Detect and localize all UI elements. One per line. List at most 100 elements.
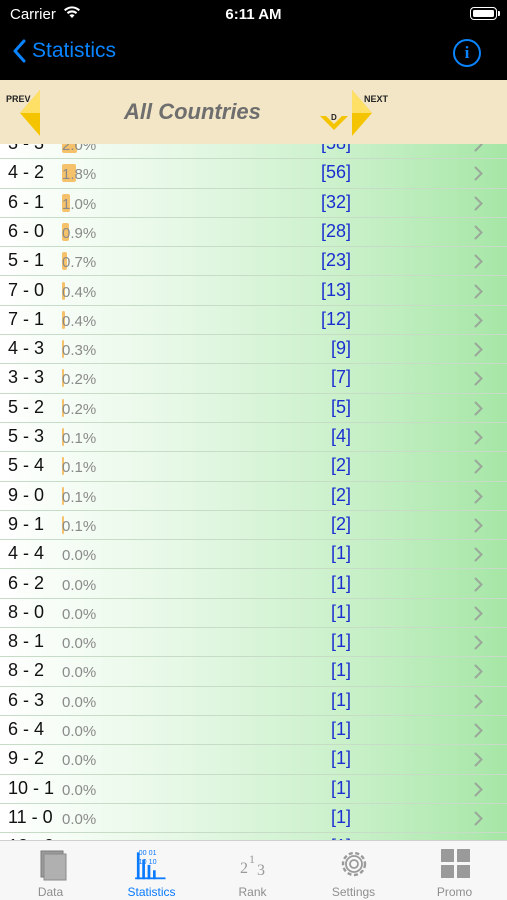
- count-label: [7]: [330, 367, 351, 388]
- score-label: 4 - 3: [8, 338, 45, 359]
- table-row[interactable]: 5 - 3 0.1% [4]: [0, 423, 507, 453]
- back-button[interactable]: Statistics: [12, 39, 116, 63]
- chevron-right-icon: [474, 811, 483, 826]
- percentage-label: 0.4%: [62, 283, 97, 301]
- chevron-right-icon: [474, 577, 483, 591]
- table-row[interactable]: 7 - 0 0.4% [13]: [0, 277, 507, 306]
- percentage-label: 0.2%: [62, 371, 97, 389]
- percentage-label: 0.7%: [62, 254, 97, 272]
- chevron-right-icon: [474, 166, 483, 181]
- score-label: 7 - 1: [8, 308, 45, 329]
- chevron-right-icon: [474, 313, 483, 328]
- chevron-left-icon: [13, 39, 26, 63]
- chevron-right-icon: [474, 459, 483, 474]
- table-row[interactable]: 5 - 2 0.2% [5]: [0, 394, 507, 423]
- percentage-label: 2.0%: [62, 144, 97, 154]
- table-row[interactable]: 8 - 1 0.0% [1]: [0, 628, 507, 658]
- count-label: [9]: [330, 338, 351, 359]
- tab-settings-label: Settings: [331, 885, 376, 899]
- count-label: [2]: [330, 455, 351, 476]
- count-label: [28]: [320, 220, 351, 241]
- count-label: [12]: [320, 308, 351, 329]
- count-label: [5]: [330, 396, 351, 417]
- percentage-label: 0.0%: [62, 635, 97, 653]
- svg-text:1: 1: [249, 852, 255, 866]
- chevron-right-icon: [474, 518, 483, 533]
- promo-icon: [441, 849, 470, 878]
- table-row[interactable]: 5 - 4 0.1% [2]: [0, 452, 507, 482]
- table-row[interactable]: 3 - 3 2.0% [58]: [0, 144, 507, 160]
- info-button[interactable]: i: [453, 39, 481, 67]
- svg-text:2: 2: [240, 860, 248, 877]
- percentage-label: 0.0%: [62, 664, 97, 682]
- percentage-label: 0.0%: [62, 781, 97, 799]
- score-label: 9 - 1: [8, 513, 45, 534]
- table-row[interactable]: 3 - 3 0.2% [7]: [0, 364, 507, 394]
- chevron-right-icon: [474, 371, 483, 386]
- count-label: [13]: [320, 279, 351, 300]
- chevron-right-icon: [474, 694, 483, 709]
- table-row[interactable]: 8 - 2 0.0% [1]: [0, 657, 507, 687]
- tab-promo-label: Promo: [436, 885, 473, 899]
- score-label: 8 - 2: [8, 660, 45, 681]
- score-label: 5 - 4: [8, 455, 45, 476]
- chevron-right-icon: [474, 284, 483, 298]
- table-row[interactable]: 9 - 0 0.1% [2]: [0, 482, 507, 511]
- score-label: 3 - 3: [8, 367, 45, 388]
- score-list[interactable]: 3 - 32.0%[58]4 - 21.8%[56]6 - 11.0%[32]6…: [0, 144, 507, 840]
- percentage-label: 0.0%: [62, 810, 97, 828]
- table-row[interactable]: 4 - 3 0.3% [9]: [0, 335, 507, 365]
- table-row[interactable]: 9 - 2 0.0% [1]: [0, 745, 507, 775]
- table-row[interactable]: 8 - 0 0.0% [1]: [0, 599, 507, 629]
- score-label: 5 - 2: [8, 396, 45, 417]
- tab-bar: Data 00 01 10 10 Statistics 2 1 3 Rank S…: [0, 840, 507, 900]
- table-row[interactable]: 4 - 4 0.0% [1]: [0, 540, 507, 570]
- count-label: [1]: [330, 572, 351, 593]
- table-row[interactable]: 10 - 1 0.0% [1]: [0, 775, 507, 804]
- table-row[interactable]: 6 - 2 0.0% [1]: [0, 570, 507, 599]
- sort-label: D: [331, 113, 337, 122]
- chevron-right-icon: [474, 254, 483, 269]
- chevron-right-icon: [474, 430, 483, 445]
- tab-promo[interactable]: Promo: [404, 841, 505, 900]
- percentage-label: 0.0%: [62, 693, 97, 711]
- clock: 6:11 AM: [225, 6, 282, 23]
- chevron-right-icon: [474, 723, 483, 738]
- tab-settings[interactable]: Settings: [303, 841, 404, 900]
- navigation-bar: Statistics i: [0, 30, 507, 80]
- next-arrow-icon[interactable]: [352, 90, 372, 136]
- chevron-right-icon: [474, 664, 483, 679]
- table-row[interactable]: 7 - 1 0.4% [12]: [0, 306, 507, 336]
- score-label: 9 - 0: [8, 484, 45, 505]
- tab-rank[interactable]: 2 1 3 Rank: [202, 841, 303, 900]
- score-label: 6 - 2: [8, 572, 45, 593]
- table-row[interactable]: 4 - 2 1.8% [56]: [0, 159, 507, 189]
- chevron-right-icon: [474, 547, 483, 562]
- table-row[interactable]: 9 - 1 0.1% [2]: [0, 511, 507, 541]
- score-label: 8 - 1: [8, 631, 45, 652]
- count-label: [1]: [330, 601, 351, 622]
- percentage-label: 1.8%: [62, 166, 97, 184]
- chevron-right-icon: [474, 489, 483, 504]
- table-row[interactable]: 12 - 00.0%[1]: [0, 833, 507, 840]
- table-row[interactable]: 6 - 1 1.0% [32]: [0, 189, 507, 218]
- tab-data[interactable]: Data: [0, 841, 101, 900]
- percentage-label: 0.1%: [62, 517, 97, 535]
- table-row[interactable]: 6 - 3 0.0% [1]: [0, 687, 507, 716]
- chevron-right-icon: [474, 782, 483, 797]
- percentage-label: 0.1%: [62, 430, 97, 447]
- count-label: [1]: [330, 631, 351, 652]
- tab-data-label: Data: [37, 885, 64, 899]
- data-icon: [40, 850, 67, 881]
- score-label: 6 - 3: [8, 689, 45, 710]
- score-label: 6 - 4: [8, 719, 45, 739]
- tab-statistics[interactable]: 00 01 10 10 Statistics: [101, 841, 202, 900]
- percentage-label: 0.4%: [62, 312, 97, 330]
- chevron-right-icon: [474, 196, 483, 211]
- table-row[interactable]: 5 - 1 0.7% [23]: [0, 247, 507, 277]
- table-row[interactable]: 6 - 4 0.0% [1]: [0, 716, 507, 746]
- count-label: [23]: [320, 250, 351, 271]
- rank-icon: 2 1 3: [240, 852, 265, 879]
- table-row[interactable]: 6 - 0 0.9% [28]: [0, 218, 507, 248]
- table-row[interactable]: 11 - 0 0.0% [1]: [0, 804, 507, 834]
